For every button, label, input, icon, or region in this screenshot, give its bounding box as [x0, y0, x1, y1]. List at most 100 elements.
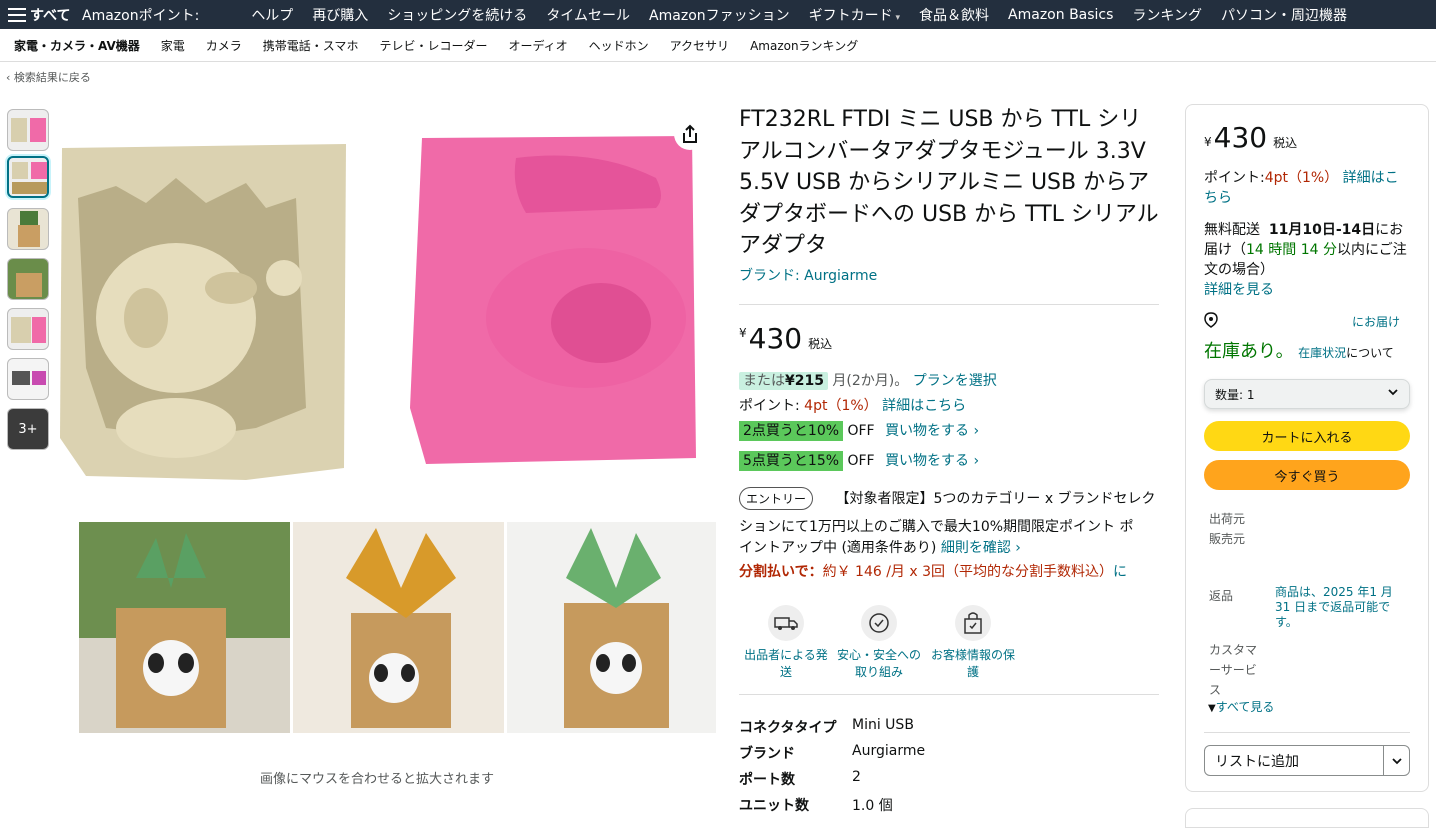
hover-zoom-hint: 画像にマウスを合わせると拡大されます: [260, 772, 495, 787]
subnav-item-audio[interactable]: オーディオ: [508, 37, 567, 54]
spec-key: ユニット数: [739, 798, 809, 814]
buybox-price-value: 430: [1213, 121, 1268, 154]
entry-text-3-row: イントアップ中 (適用条件あり) 細則を確認 ›: [739, 537, 1021, 557]
buybox-tax: 税込: [1273, 136, 1298, 150]
nav-item-points[interactable]: Amazonポイント:: [82, 5, 199, 25]
nav-item-fashion[interactable]: Amazonファッション: [649, 5, 790, 25]
spec-row: ブランド Aurgiarme: [739, 743, 925, 763]
thumb-pink: [31, 162, 47, 179]
location-pin-icon[interactable]: [1204, 312, 1218, 334]
nav-item-help[interactable]: ヘルプ: [251, 5, 293, 25]
nav-item-food[interactable]: 食品＆飲料: [919, 5, 989, 25]
add-to-list-button[interactable]: リストに追加: [1204, 745, 1410, 776]
buybox-points-link-2[interactable]: ちら: [1204, 188, 1232, 208]
add-to-cart-button[interactable]: カートに入れる: [1204, 421, 1410, 451]
all-menu-button[interactable]: すべて: [0, 5, 82, 25]
promo-badge-10: 2点買うと10%: [739, 421, 844, 441]
divider: [739, 304, 1159, 305]
thumbnail-6[interactable]: [7, 358, 49, 400]
promo-shop-link-1[interactable]: 買い物をする ›: [885, 423, 979, 439]
main-product-image[interactable]: [56, 108, 716, 733]
thumbnail-1[interactable]: [7, 109, 49, 151]
promo-badge-15: 5点買うと15%: [739, 451, 844, 471]
points-row: ポイント: 4pt（1%） 詳細はこちら: [739, 395, 966, 415]
thumb-pot: [18, 225, 40, 247]
promo-off-2: OFF: [847, 453, 875, 469]
spec-key: ブランド: [739, 746, 795, 762]
sold-by-label: 販売元: [1209, 532, 1246, 546]
stock-status-link[interactable]: 在庫状況: [1298, 346, 1346, 360]
thumbnail-5[interactable]: [7, 308, 49, 350]
subnav-item-electronics[interactable]: 家電・カメラ・AV機器: [14, 37, 140, 54]
see-all-toggle[interactable]: ▼すべて見る: [1208, 697, 1274, 719]
truck-icon: [768, 605, 804, 641]
brand-link[interactable]: ブランド: Aurgiarme: [739, 265, 877, 285]
feature-seller-shipping[interactable]: 出品者による発送: [741, 605, 831, 681]
points-details-link[interactable]: 詳細はこちら: [882, 398, 966, 414]
divider: [1204, 732, 1410, 733]
thumbnail-3[interactable]: [7, 208, 49, 250]
buy-now-button[interactable]: 今すぐ買う: [1204, 460, 1410, 490]
subnav-item-phone[interactable]: 携帯電話・スマホ: [263, 37, 359, 54]
price-value: 430: [748, 322, 803, 355]
delivery-text: にお: [1375, 222, 1404, 238]
gift-card-label: ギフトカード: [808, 7, 893, 24]
thumbnail-more[interactable]: 3+: [7, 408, 49, 450]
back-to-results-link[interactable]: ‹ 検索結果に戻る: [6, 69, 91, 85]
nav-item-time-sale[interactable]: タイムセール: [546, 5, 630, 25]
choose-plan-link[interactable]: プランを選択: [913, 373, 997, 389]
category-subnav: 家電・カメラ・AV機器 家電 カメラ 携帯電話・スマホ テレビ・レコーダー オー…: [0, 29, 1436, 62]
subnav-item-appliances[interactable]: 家電: [161, 37, 185, 54]
hamburger-icon: [8, 7, 26, 22]
stock-row: 在庫あり。 在庫状況について: [1204, 342, 1394, 363]
product-title: FT232RL FTDI ミニ USB から TTL シリアルコンバータアダプタ…: [739, 107, 1159, 258]
feature-safety[interactable]: 安心・安全への取り組み: [834, 605, 924, 681]
divider: [739, 694, 1159, 695]
subnav-item-accessories[interactable]: アクセサリ: [670, 37, 729, 54]
delivery-line-2: 届け（14 時間 14 分以内にご注: [1204, 240, 1407, 260]
share-button[interactable]: [674, 118, 706, 150]
spec-value: Aurgiarme: [852, 743, 926, 759]
thumb-plant: [20, 211, 38, 225]
subnav-item-headphones[interactable]: ヘッドホン: [589, 37, 649, 54]
feature-label-shipping: 出品者による発送: [744, 648, 828, 679]
shield-check-icon: [861, 605, 897, 641]
buybox-points-link[interactable]: 詳細はこ: [1343, 170, 1399, 186]
nav-item-pc[interactable]: パソコン・周辺機器: [1221, 5, 1347, 25]
nav-item-buy-again[interactable]: 再び購入: [312, 5, 368, 25]
thumbnail-4[interactable]: [7, 258, 49, 300]
subnav-item-camera[interactable]: カメラ: [206, 37, 242, 54]
delivery-details-link[interactable]: 詳細を見る: [1204, 280, 1274, 300]
nav-item-ranking[interactable]: ランキング: [1132, 5, 1202, 25]
nav-item-gift-card[interactable]: ギフトカード ▾: [809, 5, 900, 25]
price-tax-label: 税込: [808, 337, 833, 351]
entry-text-3: イントアップ中 (適用条件あり): [739, 540, 937, 556]
subnav-item-tv[interactable]: テレビ・レコーダー: [379, 37, 487, 54]
quantity-select[interactable]: 数量: 1: [1204, 379, 1410, 409]
returns-policy-link[interactable]: 商品は、2025 年1 月 31 日まで返品可能です。: [1275, 585, 1405, 630]
nav-item-keep-shopping[interactable]: ショッピングを続ける: [387, 5, 527, 25]
delivery-line-1: 無料配送 11月10日-14日にお: [1204, 220, 1403, 240]
entry-text-1: 【対象者限定】5つのカテゴリー x ブランドセレク: [835, 491, 1156, 507]
spec-value: 2: [852, 769, 861, 785]
price-currency: ¥: [739, 326, 747, 340]
subnav-item-ranking[interactable]: Amazonランキング: [750, 37, 858, 54]
entry-terms-link[interactable]: 細則を確認 ›: [941, 540, 1021, 556]
list-dropdown-chevron-icon[interactable]: [1383, 746, 1409, 775]
secondary-box: [1185, 808, 1429, 828]
returns-label: 返品: [1209, 589, 1234, 603]
thumb-beige: [11, 317, 31, 343]
entry-row: エントリー 【対象者限定】5つのカテゴリー x ブランドセレク: [739, 487, 1156, 510]
feature-privacy[interactable]: お客様情報の保護: [928, 605, 1018, 681]
thumb-arrow: [32, 371, 46, 385]
product-image-graphic: [60, 136, 716, 733]
deliver-to-link[interactable]: にお届け: [1352, 312, 1400, 332]
lock-bag-icon: [955, 605, 991, 641]
spec-value: Mini USB: [852, 717, 914, 733]
promo-shop-link-2[interactable]: 買い物をする ›: [885, 453, 979, 469]
thumb-row: [12, 182, 47, 194]
nav-item-basics[interactable]: Amazon Basics: [1008, 7, 1113, 23]
split-pay-link[interactable]: に: [1113, 564, 1127, 580]
entry-button[interactable]: エントリー: [739, 487, 814, 510]
thumbnail-2-selected[interactable]: [7, 156, 49, 198]
